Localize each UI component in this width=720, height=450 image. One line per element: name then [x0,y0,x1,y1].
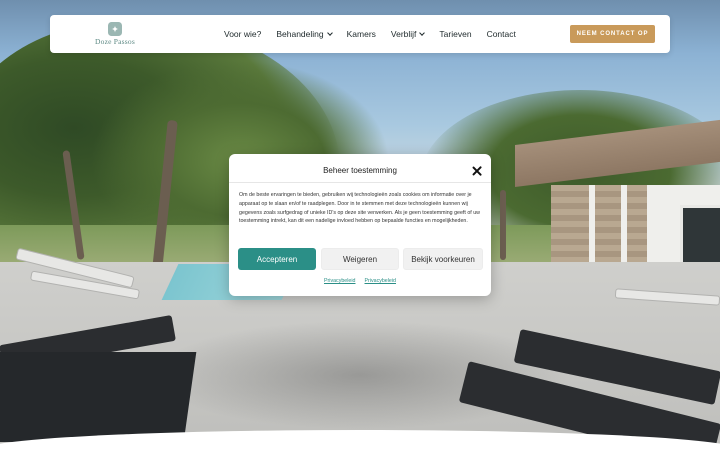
tree-trunk [500,190,506,260]
deny-button[interactable]: Weigeren [321,248,399,270]
nav-label: Behandeling [276,29,324,39]
villa [515,119,720,277]
accept-button[interactable]: Accepteren [238,248,316,270]
privacy-policy-link[interactable]: Privacybeleid [365,278,397,284]
logo[interactable]: Doze Passos [93,21,137,49]
nav-item-contact[interactable]: Contact [487,29,516,39]
view-preferences-button[interactable]: Bekijk voorkeuren [403,248,483,270]
nav-item-kamers[interactable]: Kamers [347,29,376,39]
chevron-down-icon [326,30,333,36]
divider [229,182,491,183]
nav-label: Contact [486,29,516,39]
consent-text: Om de beste ervaringen te bieden, gebrui… [239,192,480,225]
table [0,352,197,442]
nav-item-verblijf[interactable]: Verblijf [390,29,426,39]
site-header: Doze Passos Voor wie? Behandeling Kamers… [50,15,670,53]
contact-cta-button[interactable]: NEEM CONTACT OP [570,25,655,43]
policy-links: Privacybeleid Privacybeleid [229,278,491,284]
flower-logo-icon [108,22,122,36]
dialog-title: Beheer toestemming [323,166,397,175]
privacy-policy-link[interactable]: Privacybeleid [324,278,356,284]
close-icon[interactable] [472,166,482,176]
nav-item-behandeling[interactable]: Behandeling [276,29,333,39]
nav-label: Kamers [346,29,376,39]
nav-item-tarieven[interactable]: Tarieven [439,29,471,39]
nav-label: Verblijf [390,29,417,39]
logo-text: Doze Passos [95,37,135,46]
cookie-consent-dialog: Beheer toestemming Om de beste ervaringe… [229,154,491,296]
nav-label: Voor wie? [224,29,262,39]
main-menu: Voor wie? Behandeling Kamers Verblijf Ta… [224,15,531,53]
nav-item-voor-wie[interactable]: Voor wie? [224,29,261,39]
nav-label: Tarieven [439,29,472,39]
chevron-down-icon [419,30,426,36]
